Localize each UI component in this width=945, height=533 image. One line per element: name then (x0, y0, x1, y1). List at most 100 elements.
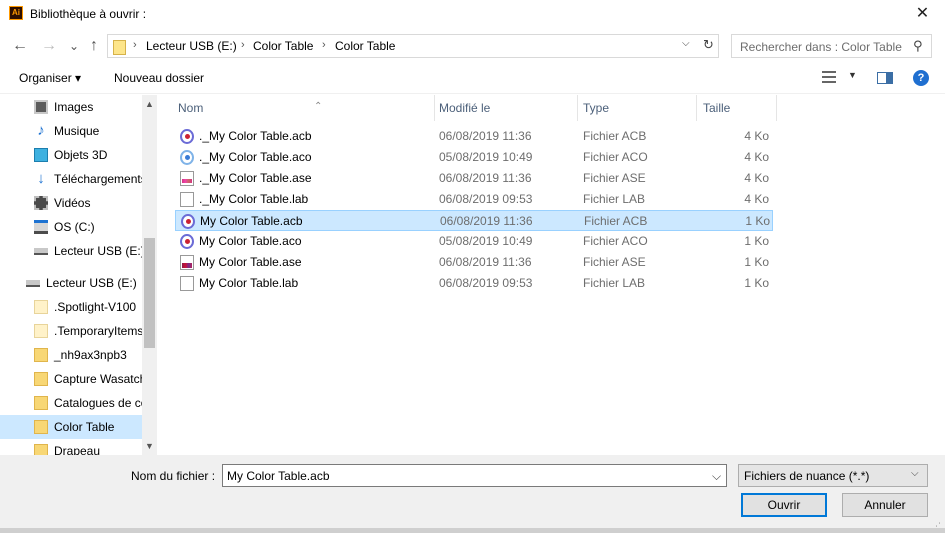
video-icon (34, 196, 48, 210)
file-row-selected[interactable]: My Color Table.acb 06/08/2019 11:36 Fich… (175, 210, 773, 231)
filetype-select[interactable]: Fichiers de nuance (*.*) ⌵ (738, 464, 928, 487)
breadcrumb-separator[interactable]: › (133, 39, 137, 51)
sidebar-item-label: Musique (54, 124, 100, 138)
sidebar-item-videos[interactable]: Vidéos (0, 191, 142, 215)
lab-file-icon (180, 276, 194, 291)
file-name: My Color Table.aco (199, 234, 302, 248)
file-type: Fichier LAB (583, 192, 646, 206)
file-type: Fichier LAB (583, 276, 646, 290)
search-icon[interactable]: ⚲ (913, 38, 923, 54)
sidebar-item-capture-wasatch[interactable]: Capture Wasatch (0, 367, 142, 391)
sidebar-item-color-table[interactable]: Color Table (0, 415, 142, 439)
file-list: ⌃ Nom Modifié le Type Taille ._My Color … (158, 95, 945, 455)
help-icon[interactable]: ? (913, 70, 929, 86)
file-modified: 06/08/2019 09:53 (439, 276, 533, 290)
file-type: Fichier ACO (583, 234, 648, 248)
file-modified: 06/08/2019 11:36 (439, 129, 532, 143)
back-button[interactable]: ← (8, 34, 32, 58)
sidebar-item-usb-drive[interactable]: Lecteur USB (E:) (0, 239, 142, 263)
file-type: Fichier ACB (583, 129, 647, 143)
organize-button[interactable]: Organiser ▾ (19, 71, 81, 85)
file-row[interactable]: ._My Color Table.ase 06/08/2019 11:36 Fi… (175, 168, 773, 189)
column-header-type[interactable]: Type (578, 95, 697, 121)
sidebar-item-images[interactable]: Images (0, 95, 142, 119)
window-bottom-edge (0, 528, 945, 533)
sidebar-item-label: Objets 3D (54, 148, 108, 162)
ase-file-icon (180, 171, 194, 186)
file-size: 1 Ko (744, 234, 769, 248)
sidebar-scrollbar[interactable]: ▲ ▼ (142, 95, 157, 455)
file-row[interactable]: My Color Table.lab 06/08/2019 09:53 Fich… (175, 273, 773, 294)
sidebar-item-music[interactable]: ♪ Musique (0, 119, 142, 143)
view-details-icon[interactable] (822, 71, 836, 83)
chevron-down-icon: ⌵ (911, 468, 919, 479)
sidebar-item-label: Catalogues de co (54, 396, 142, 410)
drive-icon (34, 220, 48, 234)
breadcrumb-color-table-parent[interactable]: Color Table (253, 39, 313, 53)
sidebar-item-catalogues[interactable]: Catalogues de co (0, 391, 142, 415)
open-button[interactable]: Ouvrir (741, 493, 827, 517)
breadcrumb-separator[interactable]: › (322, 39, 326, 51)
breadcrumb-usb-drive[interactable]: Lecteur USB (E:) (146, 39, 237, 53)
sidebar-item-usb-drive-root[interactable]: Lecteur USB (E:) (0, 271, 142, 295)
file-modified: 06/08/2019 11:36 (439, 255, 532, 269)
file-size: 1 Ko (744, 276, 769, 290)
breadcrumb-separator[interactable]: › (241, 39, 245, 51)
file-row[interactable]: ._My Color Table.lab 06/08/2019 09:53 Fi… (175, 189, 773, 210)
file-row[interactable]: ._My Color Table.acb 06/08/2019 11:36 Fi… (175, 126, 773, 147)
address-bar[interactable]: › Lecteur USB (E:) › Color Table › Color… (107, 34, 719, 58)
sidebar-item-downloads[interactable]: ↓ Téléchargements (0, 167, 142, 191)
sidebar-item-label: Color Table (54, 420, 115, 434)
folder-icon (34, 420, 48, 434)
new-folder-button[interactable]: Nouveau dossier (114, 71, 204, 85)
file-row[interactable]: ._My Color Table.aco 05/08/2019 10:49 Fi… (175, 147, 773, 168)
file-row[interactable]: My Color Table.aco 05/08/2019 10:49 Fich… (175, 231, 773, 252)
file-name: My Color Table.lab (199, 276, 299, 290)
download-icon: ↓ (37, 170, 45, 187)
filename-input[interactable]: My Color Table.acb ⌵ (222, 464, 727, 487)
scroll-up-icon[interactable]: ▲ (142, 99, 157, 109)
column-header-modified[interactable]: Modifié le (435, 95, 578, 121)
close-button[interactable]: ✕ (900, 0, 945, 28)
forward-button[interactable]: → (37, 34, 61, 58)
music-icon: ♪ (37, 122, 45, 139)
file-name: ._My Color Table.ase (199, 171, 312, 185)
sidebar-item-drapeau[interactable]: Drapeau (0, 439, 142, 455)
file-modified: 05/08/2019 10:49 (439, 234, 533, 248)
file-size: 4 Ko (744, 129, 769, 143)
sidebar-item-label: Lecteur USB (E:) (46, 276, 137, 290)
sidebar-item-label: .TemporaryItems (54, 324, 142, 338)
cancel-button[interactable]: Annuler (842, 493, 928, 517)
sidebar-item-label: Images (54, 100, 94, 114)
command-bar: Organiser ▾ Nouveau dossier ▼ ? (0, 62, 945, 94)
file-type: Fichier ASE (583, 255, 646, 269)
folder-icon (34, 300, 48, 314)
breadcrumb-color-table[interactable]: Color Table (335, 39, 395, 53)
filename-history-chevron-down-icon[interactable]: ⌵ (712, 469, 721, 484)
sidebar-item-nh9ax3npb3[interactable]: _nh9ax3npb3 (0, 343, 142, 367)
objects-3d-icon (34, 148, 48, 162)
sidebar-item-temporary-items[interactable]: .TemporaryItems (0, 319, 142, 343)
file-size: 1 Ko (745, 214, 770, 228)
column-header-size[interactable]: Taille (697, 95, 777, 121)
preview-pane-icon[interactable] (877, 72, 893, 84)
sidebar-item-label: Vidéos (54, 196, 91, 210)
file-row[interactable]: My Color Table.ase 06/08/2019 11:36 Fich… (175, 252, 773, 273)
filename-label: Nom du fichier : (131, 469, 216, 483)
sidebar-item-spotlight[interactable]: .Spotlight-V100 (0, 295, 142, 319)
sidebar-item-os-drive[interactable]: OS (C:) (0, 215, 142, 239)
usb-drive-icon (34, 248, 48, 255)
up-folder-button[interactable]: ↑ (82, 34, 106, 58)
sidebar-item-label: Capture Wasatch (54, 372, 142, 386)
navigation-pane: Images ♪ Musique Objets 3D ↓ Téléchargem… (0, 95, 157, 455)
refresh-icon[interactable]: ↻ (703, 37, 714, 53)
search-input[interactable]: Rechercher dans : Color Table ⚲ (731, 34, 932, 58)
folder-icon (34, 324, 48, 338)
view-options-chevron-down-icon[interactable]: ▼ (848, 70, 857, 80)
sidebar-item-objects-3d[interactable]: Objets 3D (0, 143, 142, 167)
address-history-chevron-down-icon[interactable]: ⌵ (682, 38, 690, 49)
column-header-name[interactable]: ⌃ Nom (174, 95, 435, 121)
scroll-down-icon[interactable]: ▼ (142, 441, 157, 451)
file-modified: 06/08/2019 11:36 (439, 171, 532, 185)
scrollbar-thumb[interactable] (144, 238, 155, 348)
